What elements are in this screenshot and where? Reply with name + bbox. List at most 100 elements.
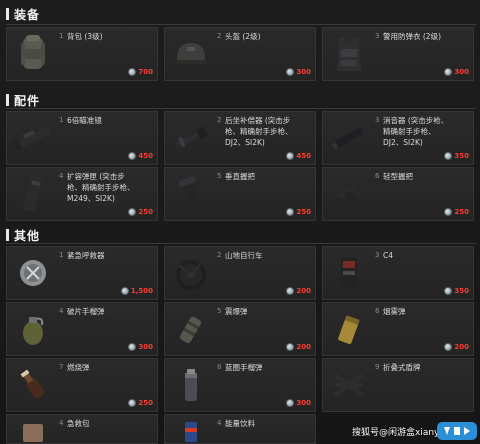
item-price: 250 bbox=[128, 399, 153, 407]
shield-icon bbox=[325, 361, 373, 409]
shop-item-energy-drink[interactable]: 4 能量饮料 bbox=[164, 414, 316, 444]
shop-item-stun-grenade[interactable]: 5 震爆弹 200 bbox=[164, 302, 316, 356]
price-value: 350 bbox=[454, 152, 469, 160]
item-price: 200 bbox=[444, 343, 469, 351]
price-value: 250 bbox=[138, 399, 153, 407]
item-name: 燃烧弹 bbox=[67, 363, 90, 372]
price-value: 250 bbox=[138, 208, 153, 216]
shop-item-folding-shield[interactable]: 9 折叠式盾牌 bbox=[322, 358, 474, 412]
shop-item-helmet[interactable]: 2 头盔 (2级) 300 bbox=[164, 27, 316, 81]
item-name: 扩容弹匣 (突击步 枪、精确射手步枪、 M249、SI2K) bbox=[67, 172, 135, 203]
coin-icon bbox=[286, 399, 295, 407]
item-number: 6 bbox=[375, 172, 380, 180]
vertical-grip-icon bbox=[167, 170, 215, 218]
price-value: 300 bbox=[296, 68, 311, 76]
price-value: 250 bbox=[296, 208, 311, 216]
item-number: 4 bbox=[59, 419, 64, 427]
item-name: 警用防弹衣 (2级) bbox=[383, 32, 442, 41]
shop-item-compensator[interactable]: 2 后坐补偿器 (突击步 枪、精确射手步枪、 DJ2、SI2K) 450 bbox=[164, 111, 316, 165]
molotov-icon bbox=[9, 361, 57, 409]
item-name: C4 bbox=[383, 251, 394, 260]
item-price: 250 bbox=[444, 208, 469, 216]
item-number: 9 bbox=[375, 363, 380, 371]
coin-icon bbox=[128, 399, 137, 407]
item-name: 烟雾弹 bbox=[383, 307, 406, 316]
helmet-icon bbox=[167, 30, 215, 78]
section-title-text: 配件 bbox=[14, 93, 41, 108]
shop-item-emergency-beacon[interactable]: 1 紧急呼救器 1,500 bbox=[6, 246, 158, 300]
price-value: 300 bbox=[296, 399, 311, 407]
item-name: 紧急呼救器 bbox=[67, 251, 105, 260]
item-name: 震爆弹 bbox=[225, 307, 248, 316]
shop-page: 装备 1 背包 (3级) 700 2 头盔 (2级) 300 3 警用防弹衣 (… bbox=[0, 0, 480, 444]
item-name: 急救包 bbox=[67, 419, 90, 428]
beacon-icon bbox=[9, 249, 57, 297]
item-price: 300 bbox=[128, 343, 153, 351]
section-title-equipment: 装备 bbox=[6, 6, 40, 22]
section-divider bbox=[6, 243, 476, 244]
suppressor-icon bbox=[325, 114, 373, 162]
vest-icon bbox=[325, 30, 373, 78]
energy-drink-icon bbox=[167, 417, 215, 443]
shop-item-backpack[interactable]: 1 背包 (3级) 700 bbox=[6, 27, 158, 81]
price-value: 700 bbox=[138, 68, 153, 76]
item-name: 头盔 (2级) bbox=[225, 32, 261, 41]
item-price: 300 bbox=[286, 68, 311, 76]
item-price: 250 bbox=[128, 208, 153, 216]
smoke-grenade-icon bbox=[325, 305, 373, 353]
section-bar bbox=[6, 229, 9, 241]
shop-item-molotov[interactable]: 7 燃烧弹 250 bbox=[6, 358, 158, 412]
item-price: 300 bbox=[286, 399, 311, 407]
shop-item-suppressor[interactable]: 3 消音器 (突击步枪、 精确射手步枪、 DJ2、SI2K) 350 bbox=[322, 111, 474, 165]
item-number: 4 bbox=[59, 307, 64, 315]
item-name: 蓝圈手榴弹 bbox=[225, 363, 263, 372]
shop-item-police-vest[interactable]: 3 警用防弹衣 (2级) 300 bbox=[322, 27, 474, 81]
stun-grenade-icon bbox=[167, 305, 215, 353]
shop-item-smoke-grenade[interactable]: 6 烟雾弹 200 bbox=[322, 302, 474, 356]
frag-grenade-icon bbox=[9, 305, 57, 353]
item-name: 破片手榴弹 bbox=[67, 307, 105, 316]
price-value: 1,500 bbox=[130, 287, 153, 295]
section-divider bbox=[6, 24, 476, 25]
section-title-text: 其他 bbox=[14, 228, 41, 243]
magazine-icon bbox=[9, 170, 57, 218]
item-number: 2 bbox=[217, 116, 222, 124]
item-name: 垂直握把 bbox=[225, 172, 255, 181]
item-name: 背包 (3级) bbox=[67, 32, 103, 41]
price-value: 200 bbox=[296, 287, 311, 295]
bike-icon bbox=[167, 249, 215, 297]
coin-icon bbox=[128, 208, 137, 216]
shop-item-light-grip[interactable]: 6 轻型握把 250 bbox=[322, 167, 474, 221]
compensator-icon bbox=[167, 114, 215, 162]
item-number: 2 bbox=[217, 32, 222, 40]
item-number: 3 bbox=[375, 116, 380, 124]
coin-icon bbox=[444, 208, 453, 216]
item-number: 1 bbox=[59, 116, 64, 124]
item-price: 350 bbox=[444, 287, 469, 295]
coin-icon bbox=[444, 287, 453, 295]
item-price: 250 bbox=[286, 208, 311, 216]
item-name: 6倍瞄准镜 bbox=[67, 116, 102, 125]
item-name: 能量饮料 bbox=[225, 419, 255, 428]
item-number: 4 bbox=[59, 172, 64, 180]
watermark-logo bbox=[437, 422, 477, 440]
shop-item-extended-mag[interactable]: 4 扩容弹匣 (突击步 枪、精确射手步枪、 M249、SI2K) 250 bbox=[6, 167, 158, 221]
shop-item-bluezone-grenade[interactable]: 8 蓝圈手榴弹 300 bbox=[164, 358, 316, 412]
coin-icon bbox=[286, 208, 295, 216]
item-number: 3 bbox=[375, 251, 380, 259]
price-value: 200 bbox=[454, 343, 469, 351]
shop-item-6x-scope[interactable]: 1 6倍瞄准镜 450 bbox=[6, 111, 158, 165]
item-number: 5 bbox=[217, 307, 222, 315]
shop-item-medkit[interactable]: 4 急救包 bbox=[6, 414, 158, 444]
price-value: 450 bbox=[296, 152, 311, 160]
shop-item-mountain-bike[interactable]: 2 山地自行车 200 bbox=[164, 246, 316, 300]
price-value: 250 bbox=[454, 208, 469, 216]
light-grip-icon bbox=[325, 170, 373, 218]
shop-item-vertical-grip[interactable]: 5 垂直握把 250 bbox=[164, 167, 316, 221]
item-price: 300 bbox=[444, 68, 469, 76]
coin-icon bbox=[286, 343, 295, 351]
item-number: 8 bbox=[217, 363, 222, 371]
shop-item-c4[interactable]: 3 C4 350 bbox=[322, 246, 474, 300]
coin-icon bbox=[286, 152, 295, 160]
shop-item-frag-grenade[interactable]: 4 破片手榴弹 300 bbox=[6, 302, 158, 356]
